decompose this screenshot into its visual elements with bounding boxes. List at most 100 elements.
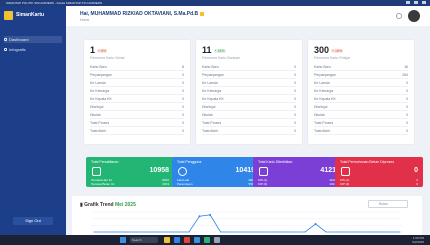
minimize-button[interactable] [406, 1, 410, 4]
sidebar-item-label: Dashboard [9, 37, 29, 42]
list-item: Ke Lansia 0 [314, 81, 408, 87]
chart-point[interactable] [220, 231, 222, 233]
stat-subtitle: Penerima Kartu Sehat [90, 56, 125, 60]
list-item: Ditolak 0 [202, 113, 296, 119]
kpi-card-kartu-diterbitkan[interactable]: Total Kartu Diterbitkan 4121 KIS (1) 3100… [253, 157, 341, 187]
breadcrumb[interactable]: Home [80, 18, 89, 22]
chart-point[interactable] [283, 231, 285, 233]
system-clock[interactable]: 1:00 PM 6/2/2025 [412, 236, 424, 244]
chart-point[interactable] [230, 231, 232, 233]
kpi-value: 10958 [149, 167, 169, 174]
kpi-detail: KIP (2) 0 [340, 182, 418, 186]
stat-value: 11 + 18% [202, 45, 226, 55]
brand-name: SimanKartu [16, 12, 45, 18]
maximize-button[interactable] [414, 1, 418, 4]
list-item: Ke Lansia 0 [90, 81, 184, 87]
list-item: Total Akhir 0 [90, 129, 184, 135]
kpi-detail: KIP (2) 1021 [258, 182, 336, 186]
chart-point[interactable] [93, 231, 95, 233]
chart-point[interactable] [114, 231, 116, 233]
trend-chart-card: ▮ Grafik Trend Mei 2025 Bulan [72, 196, 422, 236]
brand-logo[interactable]: SimanKartu [4, 10, 62, 20]
list-item: Ke Keluarga 0 [314, 89, 408, 95]
taskbar-search[interactable]: Search [130, 237, 158, 243]
chart-point[interactable] [389, 231, 390, 233]
chart-point[interactable] [304, 231, 306, 233]
list-item: Ke Keluarga 0 [90, 89, 184, 95]
chart-point[interactable] [325, 231, 327, 233]
chart-point[interactable] [146, 231, 148, 233]
kpi-card-pengguna[interactable]: Total Pengguna 10419 Laki-Laki 4908 Perem… [172, 157, 260, 187]
sidebar-item-infografis[interactable]: Infografis [4, 46, 62, 53]
status-badge [200, 11, 205, 16]
chart-point[interactable] [294, 231, 295, 233]
chart-point[interactable] [156, 231, 158, 233]
brand-icon [4, 10, 13, 20]
stat-value: 1 + 8% [90, 45, 108, 55]
kpi-detail: Perempuan 5511 [177, 182, 255, 186]
chart-point[interactable] [378, 231, 380, 233]
sidebar-item-dashboard[interactable]: Dashboard [4, 36, 62, 43]
stat-card-kartu-bantuan: 11 + 18% Penerima Kartu Bantuan Kartu Bar… [196, 40, 302, 144]
kpi-detail: Tercatat Bulan Ini 2013 [91, 182, 169, 186]
taskbar-app-edge[interactable] [174, 237, 180, 243]
users-icon [178, 167, 187, 176]
chart-point[interactable] [399, 231, 401, 233]
taskbar-app-terminal[interactable] [214, 237, 220, 243]
chart-point[interactable] [251, 231, 253, 233]
trend-badge: + 18% [213, 48, 226, 53]
notification-icon[interactable] [396, 13, 402, 19]
trend-badge: + 18% [331, 48, 344, 53]
list-item: Ke Lansia 0 [202, 81, 296, 87]
chart-point[interactable] [188, 231, 190, 233]
kpi-value: 4121 [320, 167, 336, 174]
chart-point[interactable] [198, 215, 201, 218]
dashboard-icon [4, 38, 7, 41]
chart-point[interactable] [336, 231, 338, 233]
list-item: Kartu Baru 8 [90, 65, 184, 71]
stat-list: Kartu Baru 8 Perpanjangan 0 Ke Lansia 0 Ke … [90, 63, 184, 135]
close-button[interactable] [422, 1, 426, 4]
list-item: Ditolak 0 [314, 113, 408, 119]
kpi-card-belum-diproses[interactable]: Total Permohonan Belum Diproses 0 KIS (1… [335, 157, 423, 187]
taskbar-app-chrome[interactable] [184, 237, 190, 243]
stat-list: Kartu Baru 0 Perpanjangan 0 Ke Lansia 0 Ke … [202, 63, 296, 135]
avatar[interactable] [408, 10, 420, 22]
stat-list: Kartu Baru 16 Perpanjangan 284 Ke Lansia 0 … [314, 63, 408, 135]
list-item: Ke Kepala KK 0 [202, 97, 296, 103]
list-item: Perpanjangan 0 [90, 73, 184, 79]
taskbar-app-mail[interactable] [194, 237, 200, 243]
list-item: Perpanjangan 284 [314, 73, 408, 79]
card-icon [259, 167, 268, 176]
trend-line-chart [92, 211, 402, 233]
sign-out-button[interactable]: Sign Out [13, 217, 53, 225]
chart-point[interactable] [314, 223, 317, 225]
kpi-card-pendaftaran[interactable]: Total Pendaftaran 10958 Tercatat Hari In… [86, 157, 174, 187]
chart-point[interactable] [272, 231, 274, 233]
chart-point[interactable] [209, 213, 212, 216]
trend-badge: + 8% [97, 48, 108, 53]
list-item: Total Proses 0 [314, 121, 408, 127]
chart-point[interactable] [104, 231, 105, 233]
chart-title: ▮ Grafik Trend Mei 2025 [80, 202, 136, 208]
chart-point[interactable] [125, 231, 127, 233]
taskbar-app-store[interactable] [204, 237, 210, 243]
sidebar: SimanKartu Dashboard Infografis Sign Out [0, 6, 66, 235]
kpi-value: 0 [414, 167, 418, 174]
list-item: Disetujui 0 [90, 105, 184, 111]
start-button[interactable] [120, 237, 126, 243]
page-title: Hai, MUHAMMAD RIZKIAD OKTAVIANI, S.Ma.Pd… [80, 11, 205, 17]
chart-point[interactable] [167, 231, 169, 233]
list-item: Kartu Baru 0 [202, 65, 296, 71]
chart-point[interactable] [178, 231, 179, 233]
taskbar-app-files[interactable] [164, 237, 170, 243]
chart-point[interactable] [346, 231, 348, 233]
chart-point[interactable] [367, 231, 369, 233]
chart-point[interactable] [135, 231, 137, 233]
month-filter-select[interactable]: Bulan [368, 200, 408, 208]
page-title-text: Hai, MUHAMMAD RIZKIAD OKTAVIANI, S.Ma.Pd… [80, 11, 199, 17]
chart-point[interactable] [262, 231, 264, 233]
list-item: Ke Kepala KK 0 [90, 97, 184, 103]
chart-point[interactable] [357, 231, 359, 233]
chart-point[interactable] [241, 231, 243, 233]
